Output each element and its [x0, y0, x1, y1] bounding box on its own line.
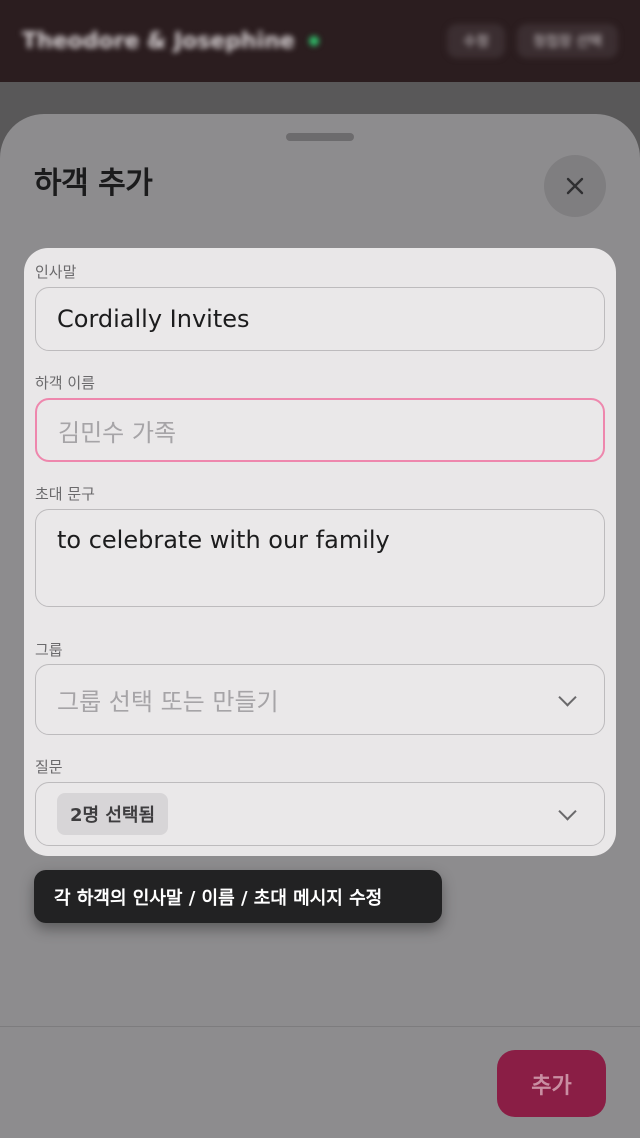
questions-select[interactable]: 2명 선택됨 — [35, 782, 605, 846]
couple-name: Theodore & Josephine — [22, 28, 295, 54]
guest-name-input[interactable]: 김민수 가족 — [35, 398, 605, 462]
close-icon — [566, 177, 584, 195]
invitation-text-label: 초대 문구 — [35, 485, 95, 503]
sheet-grabber[interactable] — [286, 133, 354, 141]
greeting-input[interactable]: Cordially Invites — [35, 287, 605, 351]
greeting-label: 인사말 — [35, 263, 77, 281]
select-invitation-button: 청첩장 선택 — [517, 24, 618, 58]
questions-label: 질문 — [35, 758, 63, 776]
edit-button: 수정 — [447, 24, 506, 58]
chevron-down-icon — [558, 687, 577, 707]
guest-form-card: 인사말 Cordially Invites 하객 이름 김민수 가족 초대 문구… — [24, 248, 616, 856]
footer-divider — [0, 1026, 640, 1027]
selected-count-chip: 2명 선택됨 — [57, 793, 169, 835]
sheet-title: 하객 추가 — [34, 166, 153, 201]
group-label: 그룹 — [35, 641, 63, 659]
guest-name-label: 하객 이름 — [35, 374, 95, 392]
guest-name-placeholder: 김민수 가족 — [58, 418, 177, 447]
greeting-value: Cordially Invites — [57, 305, 250, 333]
background-header: Theodore & Josephine 수정 청첩장 선택 — [0, 0, 640, 82]
group-placeholder: 그룹 선택 또는 만들기 — [57, 688, 279, 716]
edit-hint-tooltip: 각 하객의 인사말 / 이름 / 초대 메시지 수정 — [34, 870, 442, 923]
status-dot — [308, 36, 319, 46]
close-button[interactable] — [544, 155, 606, 217]
chevron-down-icon — [558, 802, 577, 821]
group-select[interactable]: 그룹 선택 또는 만들기 — [35, 664, 605, 735]
invitation-text-value: to celebrate with our family — [57, 526, 390, 554]
add-guest-button[interactable]: 추가 — [497, 1050, 606, 1117]
invitation-text-area[interactable]: to celebrate with our family — [35, 509, 605, 607]
tooltip-text: 각 하객의 인사말 / 이름 / 초대 메시지 수정 — [54, 887, 383, 909]
